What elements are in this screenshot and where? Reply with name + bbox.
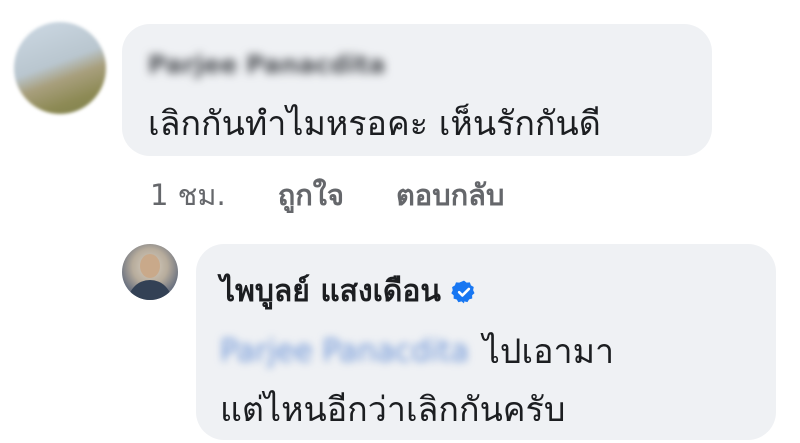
reply-text-line-2: แต่ไหนอีกว่าเลิกกันครับ [220,390,566,430]
comment-actions: 1 ชม. ถูกใจ ตอบกลับ [150,172,504,218]
replier-avatar[interactable] [122,244,178,300]
comment-thread: Parjee Panacdita เลิกกันทำไมหรอคะ เห็นรั… [0,0,800,443]
mention-link[interactable]: Parjee Panacdita [220,334,469,369]
reply-text-line-1: ไปเอามา [482,332,615,372]
reply-bubble: ไพบูลย์ แสงเดือน Parjee Panacdita ไปเอาม… [196,244,776,440]
reply-button[interactable]: ตอบกลับ [396,172,504,218]
like-button[interactable]: ถูกใจ [278,172,344,218]
verified-badge-icon [451,280,475,303]
avatar-shirt-shape [128,280,172,300]
comment-text: เลิกกันทำไมหรอคะ เห็นรักกันดี [148,104,601,144]
comment-bubble: Parjee Panacdita เลิกกันทำไมหรอคะ เห็นรั… [122,24,712,156]
reply-author-name[interactable]: ไพบูลย์ แสงเดือน [220,268,441,315]
reply-line-1: Parjee Panacdita ไปเอามา [220,324,614,378]
comment-timestamp[interactable]: 1 ชม. [150,172,226,218]
commenter-avatar[interactable] [14,22,106,114]
avatar-head-shape [140,254,160,278]
reply-author: ไพบูลย์ แสงเดือน [220,268,477,315]
comment-author-name[interactable]: Parjee Panacdita [148,50,385,80]
